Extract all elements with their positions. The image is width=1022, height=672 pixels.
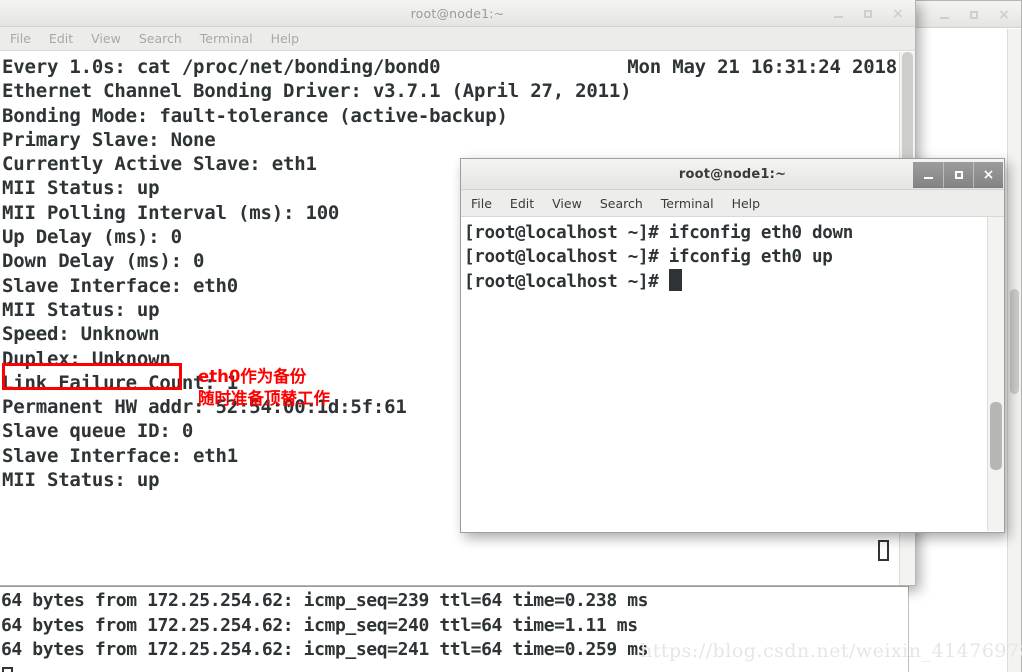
front-window-scroll-thumb[interactable] xyxy=(990,402,1002,470)
back-window-scroll-thumb[interactable] xyxy=(1010,289,1019,394)
watch-window-menubar[interactable]: File Edit View Search Terminal Help xyxy=(0,27,915,51)
terminal-line: Primary Slave: None xyxy=(2,128,216,151)
front-window-scrollbar[interactable] xyxy=(987,217,1004,531)
watch-window-title: root@node1:~ xyxy=(410,5,505,21)
back-window-controls[interactable]: × xyxy=(929,1,1019,28)
menu-file[interactable]: File xyxy=(10,31,31,46)
watch-timestamp: Mon May 21 16:31:24 2018 xyxy=(627,56,897,78)
minimize-icon[interactable] xyxy=(929,3,959,26)
watch-terminal-cursor xyxy=(878,540,889,561)
front-window-menubar[interactable]: File Edit View Search Terminal Help xyxy=(461,190,1004,217)
front-terminal-cursor xyxy=(668,269,682,291)
annotation-text: eth0作为备份 随时准备顶替工作 xyxy=(198,367,330,408)
ifconfig-terminal-window[interactable]: root@node1:~ × File Edit View Search Ter… xyxy=(460,158,1005,533)
back-window-scrollbar[interactable] xyxy=(1007,29,1021,672)
menu-terminal[interactable]: Terminal xyxy=(661,196,714,211)
terminal-line: Bonding Mode: fault-tolerance (active-ba… xyxy=(2,104,508,127)
screen: × root@node1:~ × File Edit View Search T… xyxy=(0,0,1022,672)
menu-edit[interactable]: Edit xyxy=(49,31,73,46)
watch-header-row: Every 1.0s: cat /proc/net/bonding/bond0 … xyxy=(2,55,915,79)
maximize-icon[interactable] xyxy=(943,162,973,188)
minimize-icon[interactable] xyxy=(823,2,853,25)
watch-window-titlebar[interactable]: root@node1:~ × xyxy=(0,0,915,27)
close-icon[interactable]: × xyxy=(989,3,1019,26)
front-terminal-body[interactable]: [root@localhost ~]# ifconfig eth0 down [… xyxy=(461,217,1004,531)
watch-window-controls[interactable]: × xyxy=(823,0,913,27)
minimize-icon[interactable] xyxy=(913,162,943,188)
menu-terminal[interactable]: Terminal xyxy=(200,31,253,46)
ping-terminal-cursor xyxy=(2,666,13,672)
watch-command: Every 1.0s: cat /proc/net/bonding/bond0 xyxy=(2,56,441,78)
menu-edit[interactable]: Edit xyxy=(510,196,534,211)
menu-search[interactable]: Search xyxy=(600,196,643,211)
close-icon[interactable]: × xyxy=(973,162,1003,188)
terminal-line: Ethernet Channel Bonding Driver: v3.7.1 … xyxy=(2,80,632,103)
front-window-title: root@node1:~ xyxy=(678,166,787,182)
back-window-titlebar[interactable]: × xyxy=(909,1,1021,28)
menu-file[interactable]: File xyxy=(471,196,492,211)
menu-search[interactable]: Search xyxy=(139,31,182,46)
menu-view[interactable]: View xyxy=(552,196,582,211)
front-window-titlebar[interactable]: root@node1:~ × xyxy=(461,159,1004,190)
ping-line: 64 bytes from 172.25.254.62: icmp_seq=24… xyxy=(1,614,638,636)
terminal-line: [root@localhost ~]# ifconfig eth0 up xyxy=(464,247,833,267)
close-icon[interactable]: × xyxy=(883,2,913,25)
menu-view[interactable]: View xyxy=(91,31,121,46)
menu-help[interactable]: Help xyxy=(271,31,300,46)
terminal-line: [root@localhost ~]# xyxy=(464,272,669,292)
csdn-watermark: https://blog.csdn.net/weixin_41476978 xyxy=(640,640,1022,662)
terminal-line: [root@localhost ~]# ifconfig eth0 down xyxy=(464,223,853,243)
ping-line: 64 bytes from 172.25.254.62: icmp_seq=23… xyxy=(1,590,649,611)
menu-help[interactable]: Help xyxy=(732,196,761,211)
front-window-controls[interactable]: × xyxy=(913,161,1003,189)
maximize-icon[interactable] xyxy=(853,2,883,25)
maximize-icon[interactable] xyxy=(959,3,989,26)
